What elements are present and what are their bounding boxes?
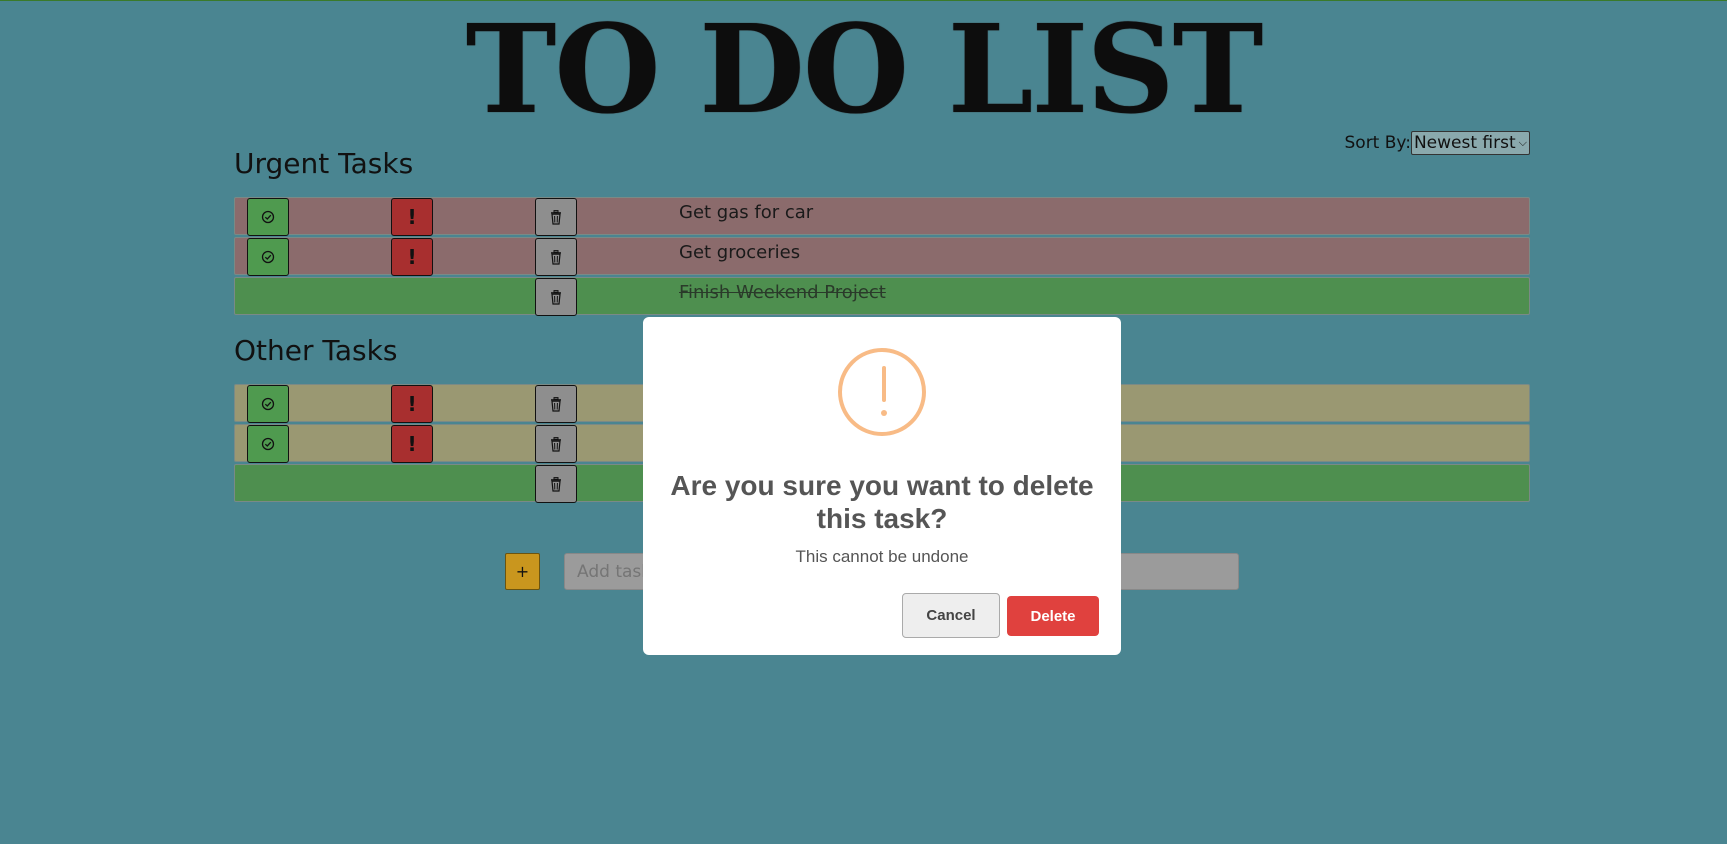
delete-button[interactable] — [535, 238, 577, 276]
task-text: Get gas for car — [679, 202, 814, 223]
check-circle-icon — [261, 210, 275, 224]
exclamation-icon: ! — [407, 245, 417, 269]
task-row: ! Get groceries — [234, 237, 1530, 276]
app-title: TO DO LIST — [465, 0, 1264, 141]
complete-button[interactable] — [247, 198, 289, 236]
urgent-button[interactable]: ! — [391, 425, 433, 463]
delete-confirm-dialog: Are you sure you want to delete this tas… — [643, 317, 1121, 655]
complete-button[interactable] — [247, 238, 289, 276]
sort-control: Sort By: Newest first ⌵ — [1344, 131, 1530, 155]
sort-selected-value: Newest first — [1413, 133, 1516, 153]
delete-button[interactable] — [535, 465, 577, 503]
sort-select[interactable]: Newest first ⌵ — [1410, 131, 1530, 155]
trash-icon — [551, 396, 561, 412]
urgent-section-title: Urgent Tasks — [234, 147, 414, 180]
warning-icon — [838, 348, 926, 436]
trash-icon — [551, 476, 561, 492]
task-row: Finish Weekend Project — [234, 277, 1530, 316]
dialog-message: This cannot be undone — [795, 547, 969, 566]
trash-icon — [551, 436, 561, 452]
exclamation-icon: ! — [407, 205, 417, 229]
trash-icon — [551, 249, 561, 265]
delete-button[interactable] — [535, 198, 577, 236]
add-task-button[interactable]: + — [505, 553, 540, 590]
task-text-completed: Finish Weekend Project — [679, 282, 886, 303]
complete-button[interactable] — [247, 385, 289, 423]
exclamation-icon: ! — [407, 392, 417, 416]
sort-label: Sort By: — [1344, 133, 1411, 153]
task-text: Get groceries — [679, 242, 801, 263]
urgent-button[interactable]: ! — [391, 198, 433, 236]
check-circle-icon — [261, 250, 275, 264]
task-row: ! Get gas for car — [234, 197, 1530, 236]
delete-button[interactable] — [535, 425, 577, 463]
delete-button[interactable] — [535, 385, 577, 423]
check-circle-icon — [261, 437, 275, 451]
dialog-title: Are you sure you want to delete this tas… — [670, 470, 1094, 534]
urgent-button[interactable]: ! — [391, 238, 433, 276]
delete-button[interactable] — [535, 278, 577, 316]
cancel-button[interactable]: Cancel — [902, 593, 1000, 638]
check-circle-icon — [261, 397, 275, 411]
trash-icon — [551, 209, 561, 225]
chevron-down-icon: ⌵ — [1518, 136, 1527, 149]
warning-icon-bar — [882, 366, 886, 402]
urgent-button[interactable]: ! — [391, 385, 433, 423]
other-section-title: Other Tasks — [234, 334, 398, 367]
warning-icon-dot — [881, 410, 887, 416]
exclamation-icon: ! — [407, 432, 417, 456]
trash-icon — [551, 289, 561, 305]
complete-button[interactable] — [247, 425, 289, 463]
confirm-delete-button[interactable]: Delete — [1007, 596, 1099, 636]
